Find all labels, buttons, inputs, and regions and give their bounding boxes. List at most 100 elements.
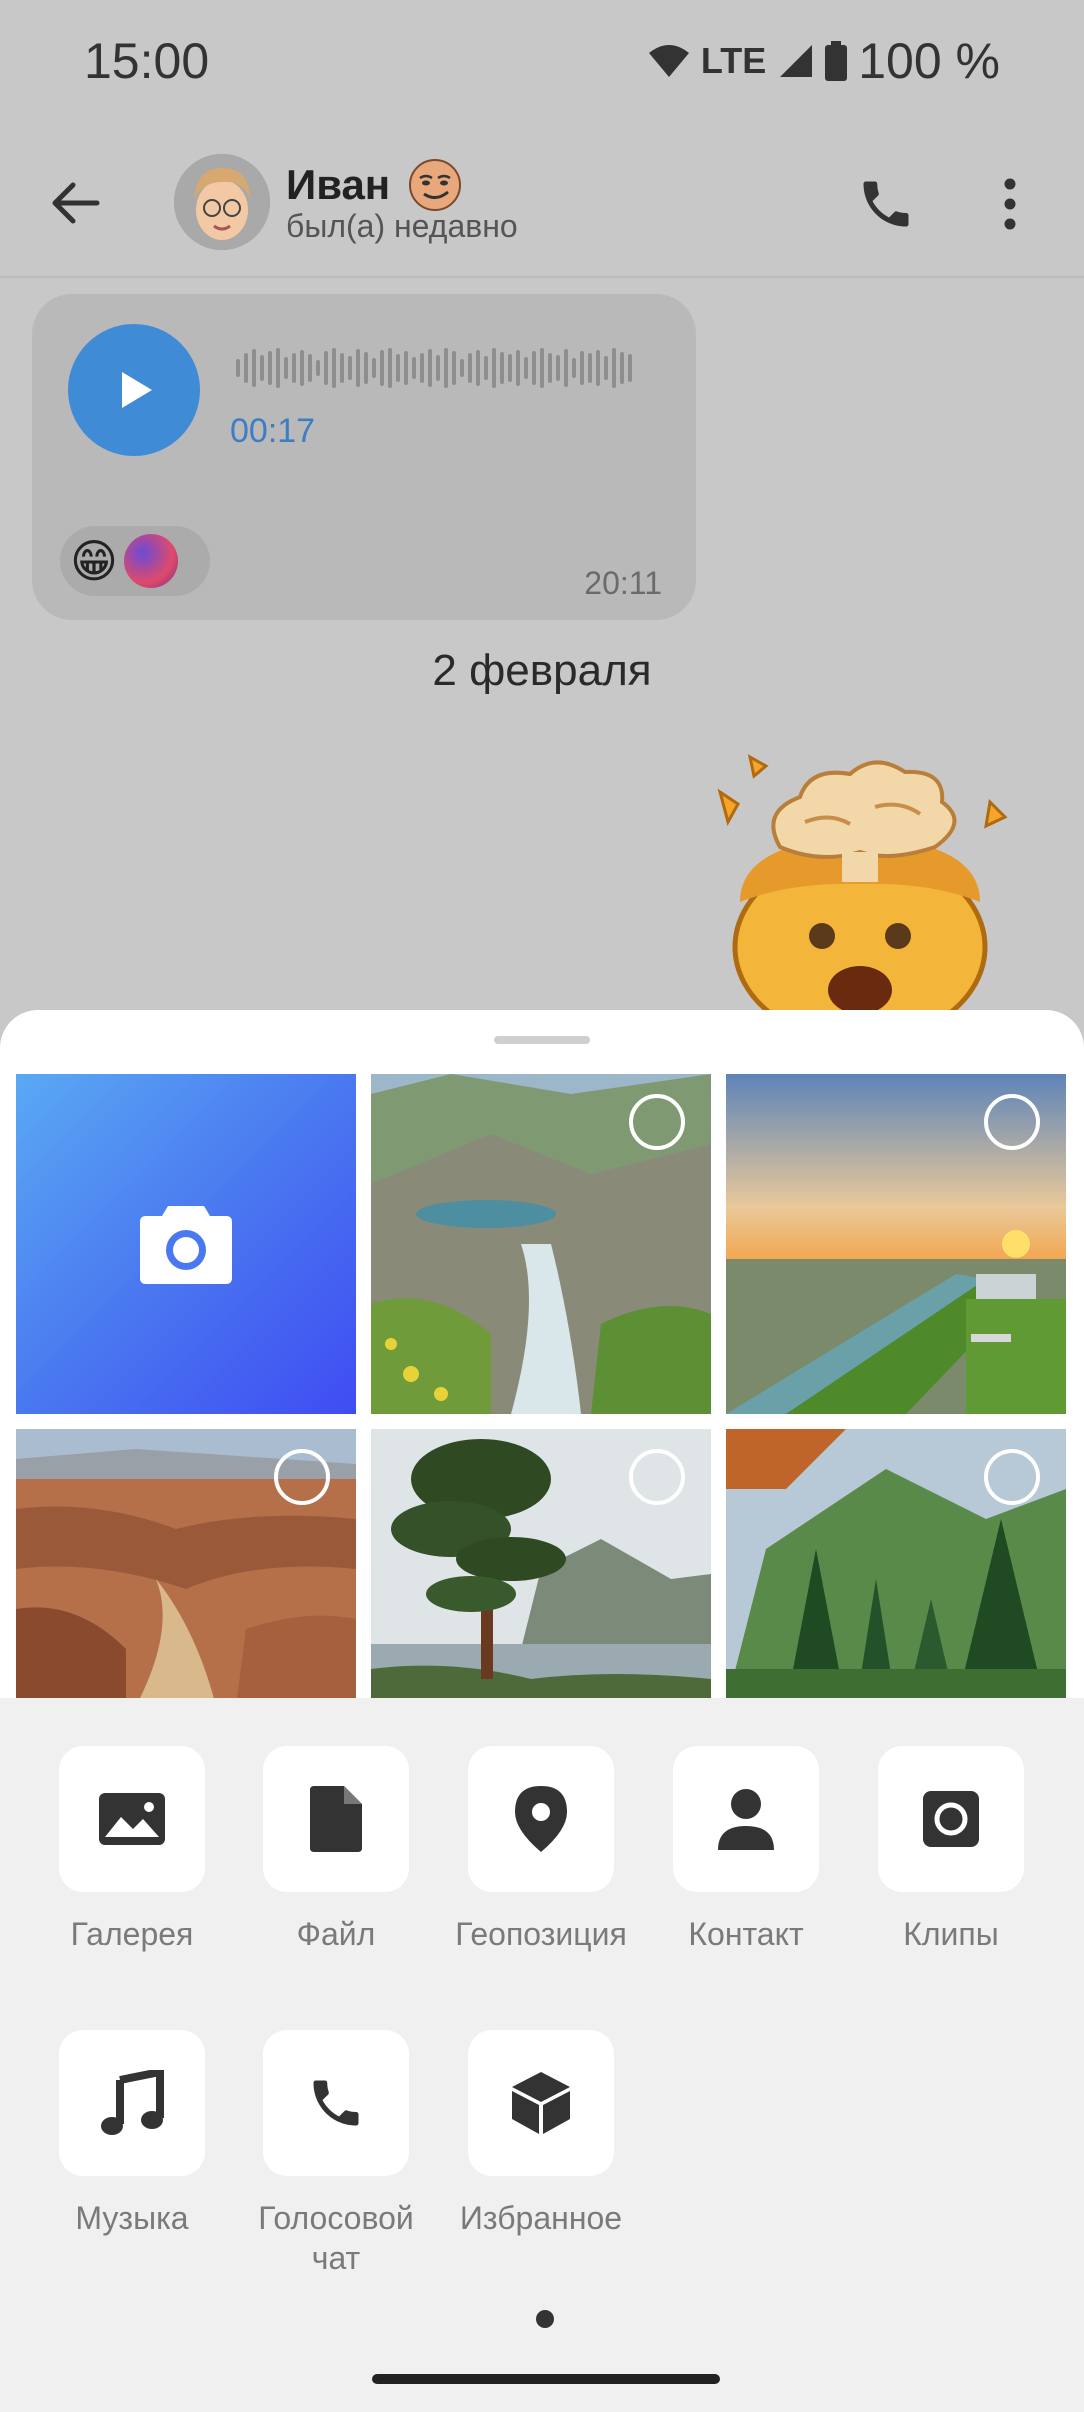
waveform-bar (412, 357, 416, 379)
action-label: Музыка (75, 2200, 189, 2236)
waveform-bar (396, 354, 400, 382)
gallery-photo[interactable] (726, 1429, 1066, 1706)
select-checkbox[interactable] (984, 1094, 1040, 1150)
waveform-bar (532, 351, 536, 385)
back-button[interactable] (40, 168, 110, 238)
waveform-bar (276, 348, 280, 388)
waveform-bar (244, 353, 248, 383)
waveform-bar (476, 350, 480, 386)
camera-tile[interactable] (16, 1074, 356, 1414)
action-music[interactable]: Музыка (42, 2030, 222, 2238)
action-label: Голосовой чат (258, 2200, 414, 2276)
waveform-bar (292, 353, 296, 383)
gallery-photo[interactable] (371, 1074, 711, 1414)
more-vertical-icon (1004, 178, 1016, 230)
action-music-tile[interactable] (59, 2030, 205, 2176)
action-contact[interactable]: Контакт (656, 1746, 836, 1954)
more-options-button[interactable] (980, 166, 1040, 242)
voice-message[interactable]: 00:17 😁 20:11 (32, 294, 696, 620)
action-location-tile[interactable] (468, 1746, 614, 1892)
waveform-bar (284, 357, 288, 379)
reactions[interactable]: 😁 (60, 526, 210, 596)
action-gallery[interactable]: Галерея (42, 1746, 222, 1954)
sheet-drag-handle[interactable] (494, 1036, 590, 1044)
waveform-bar (428, 349, 432, 387)
select-checkbox[interactable] (629, 1449, 685, 1505)
file-icon (310, 1786, 362, 1852)
waveform-bar (628, 354, 632, 382)
smirk-emoji-icon (409, 159, 462, 211)
waveform-bar (604, 356, 608, 380)
waveform-bar (308, 354, 312, 382)
action-label: Галерея (70, 1916, 194, 1952)
action-label: Геопозиция (455, 1916, 627, 1952)
waveform-bar (252, 349, 256, 387)
phone-icon (863, 181, 909, 227)
call-button[interactable] (848, 166, 924, 242)
exploding-head-sticker-icon[interactable] (710, 752, 1010, 1012)
phone-icon (313, 2080, 359, 2126)
waveform-bar (460, 359, 464, 377)
reaction-user-avatar (123, 534, 178, 588)
action-clips[interactable]: Клипы (861, 1746, 1041, 1954)
waveform-bar (268, 351, 272, 385)
action-location[interactable]: Геопозиция (451, 1746, 631, 1954)
action-favorites-tile[interactable] (468, 2030, 614, 2176)
waveform-bar (324, 351, 328, 385)
contact-status: был(а) недавно (286, 208, 518, 244)
cube-icon (512, 2072, 570, 2134)
waveform-bar (420, 353, 424, 383)
action-label: Клипы (903, 1916, 999, 1952)
status-time: 15:00 (84, 33, 210, 89)
waveform-bar (564, 349, 568, 387)
action-label: Контакт (688, 1916, 804, 1952)
waveform-bar (620, 352, 624, 384)
gallery-photo[interactable] (371, 1429, 711, 1706)
signal-icon (780, 45, 813, 77)
waveform-bar (572, 358, 576, 378)
waveform-bar (236, 359, 240, 377)
select-checkbox[interactable] (984, 1449, 1040, 1505)
waveform-bar (540, 348, 544, 388)
waveform-bar (492, 348, 496, 388)
select-checkbox[interactable] (274, 1449, 330, 1505)
waveform-bar (500, 352, 504, 384)
waveform-bar (444, 348, 448, 388)
action-file[interactable]: Файл (246, 1746, 426, 1954)
music-icon (101, 2070, 164, 2135)
waveform-bar (332, 348, 336, 388)
chat-header: Иван был(а) недавно (0, 128, 1084, 278)
page-indicator (536, 2310, 554, 2328)
waveform-bar (516, 350, 520, 386)
select-checkbox[interactable] (629, 1094, 685, 1150)
gallery-photo[interactable] (16, 1429, 356, 1706)
attachment-actions: Галерея Файл Геопозиция Контакт Клипы Му… (0, 1698, 1084, 2412)
action-voice-chat-tile[interactable] (263, 2030, 409, 2176)
waveform-bar (300, 350, 304, 386)
waveform-bar (372, 358, 376, 378)
waveform-bar (316, 360, 320, 376)
gallery-photo[interactable] (726, 1074, 1066, 1414)
waveform-bar (348, 356, 352, 380)
avatar[interactable] (174, 154, 270, 250)
memoji-avatar-icon (174, 154, 270, 250)
image-icon (99, 1793, 165, 1845)
waveform-bar (452, 351, 456, 385)
action-file-tile[interactable] (263, 1746, 409, 1892)
action-clips-tile[interactable] (878, 1746, 1024, 1892)
action-favorites[interactable]: Избранное (451, 2030, 631, 2238)
gesture-navigation-bar[interactable] (372, 2374, 720, 2384)
voice-waveform[interactable] (236, 346, 656, 390)
message-time: 20:11 (584, 565, 662, 601)
contact-name[interactable]: Иван (286, 158, 462, 212)
waveform-bar (340, 353, 344, 383)
waveform-bar (580, 351, 584, 385)
action-voice-chat[interactable]: Голосовой чат (246, 2030, 426, 2278)
reaction-emoji: 😁 (70, 535, 118, 587)
waveform-bar (388, 348, 392, 388)
waveform-bar (596, 350, 600, 386)
action-contact-tile[interactable] (673, 1746, 819, 1892)
play-button[interactable] (68, 324, 200, 456)
status-bar: 15:00 LTE 100 % (0, 0, 1084, 128)
action-gallery-tile[interactable] (59, 1746, 205, 1892)
